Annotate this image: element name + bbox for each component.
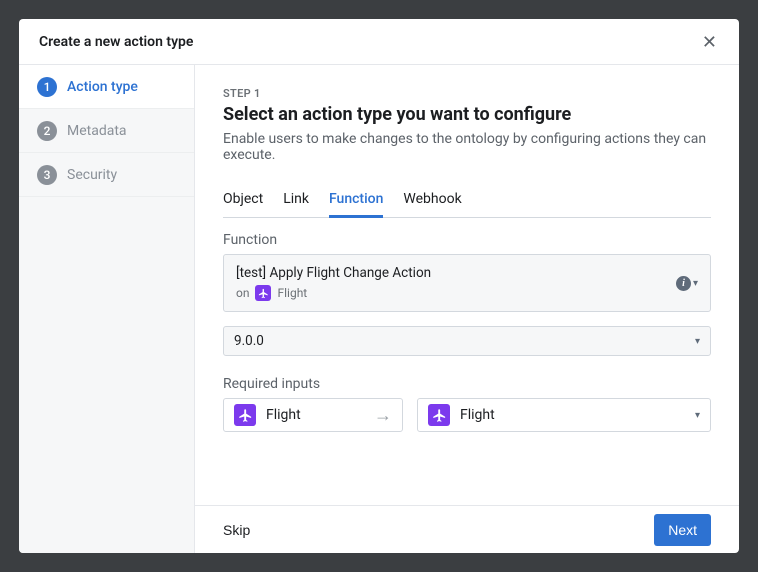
tab-webhook[interactable]: Webhook — [403, 183, 461, 218]
version-select[interactable]: 9.0.0 ▾ — [223, 326, 711, 356]
chevron-down-icon: ▾ — [693, 278, 698, 289]
next-button[interactable]: Next — [654, 514, 711, 546]
function-on-prefix: on — [236, 286, 249, 300]
function-on-object: Flight — [277, 286, 307, 300]
required-inputs-row: Flight → Flight ▾ — [223, 398, 711, 432]
sidebar-item-security[interactable]: 3 Security — [19, 153, 194, 197]
function-selector[interactable]: [test] Apply Flight Change Action on Fli… — [223, 254, 711, 312]
action-type-tabs: Object Link Function Webhook — [223, 183, 711, 218]
info-icon: i — [676, 276, 691, 291]
tab-object[interactable]: Object — [223, 183, 263, 218]
sidebar-item-label: Metadata — [67, 123, 127, 139]
input-target-select[interactable]: Flight ▾ — [417, 398, 711, 432]
input-target-label: Flight — [460, 407, 495, 423]
function-on-row: on Flight — [236, 285, 431, 301]
main-panel: STEP 1 Select an action type you want to… — [195, 65, 739, 553]
sidebar-item-label: Action type — [67, 79, 138, 95]
content-area: STEP 1 Select an action type you want to… — [195, 65, 739, 505]
input-source-box: Flight → — [223, 398, 403, 432]
close-button[interactable]: ✕ — [698, 29, 721, 55]
version-value: 9.0.0 — [234, 333, 264, 349]
airplane-icon — [428, 404, 450, 426]
modal-header: Create a new action type ✕ — [19, 19, 739, 65]
sidebar-item-action-type[interactable]: 1 Action type — [19, 65, 194, 109]
function-info-menu[interactable]: i ▾ — [676, 276, 698, 291]
wizard-sidebar: 1 Action type 2 Metadata 3 Security — [19, 65, 195, 553]
skip-button[interactable]: Skip — [223, 522, 250, 538]
function-details: [test] Apply Flight Change Action on Fli… — [236, 265, 431, 301]
page-heading: Select an action type you want to config… — [223, 104, 711, 125]
modal-title: Create a new action type — [39, 34, 193, 50]
function-field-label: Function — [223, 232, 711, 248]
airplane-icon — [255, 285, 271, 301]
modal-footer: Skip Next — [195, 505, 739, 553]
close-icon: ✕ — [702, 32, 717, 52]
tab-function[interactable]: Function — [329, 183, 383, 218]
step-number-badge: 3 — [37, 165, 57, 185]
chevron-down-icon: ▾ — [695, 336, 700, 347]
sidebar-item-label: Security — [67, 167, 117, 183]
page-subtitle: Enable users to make changes to the onto… — [223, 131, 711, 163]
chevron-down-icon: ▾ — [695, 410, 700, 421]
step-indicator: STEP 1 — [223, 87, 711, 100]
create-action-type-modal: Create a new action type ✕ 1 Action type… — [19, 19, 739, 553]
airplane-icon — [234, 404, 256, 426]
modal-body: 1 Action type 2 Metadata 3 Security STEP… — [19, 65, 739, 553]
step-number-badge: 1 — [37, 77, 57, 97]
tab-link[interactable]: Link — [283, 183, 309, 218]
sidebar-item-metadata[interactable]: 2 Metadata — [19, 109, 194, 153]
input-source-label: Flight — [266, 407, 301, 423]
function-name: [test] Apply Flight Change Action — [236, 265, 431, 281]
step-number-badge: 2 — [37, 121, 57, 141]
arrow-right-icon: → — [374, 405, 392, 426]
required-inputs-label: Required inputs — [223, 376, 711, 392]
